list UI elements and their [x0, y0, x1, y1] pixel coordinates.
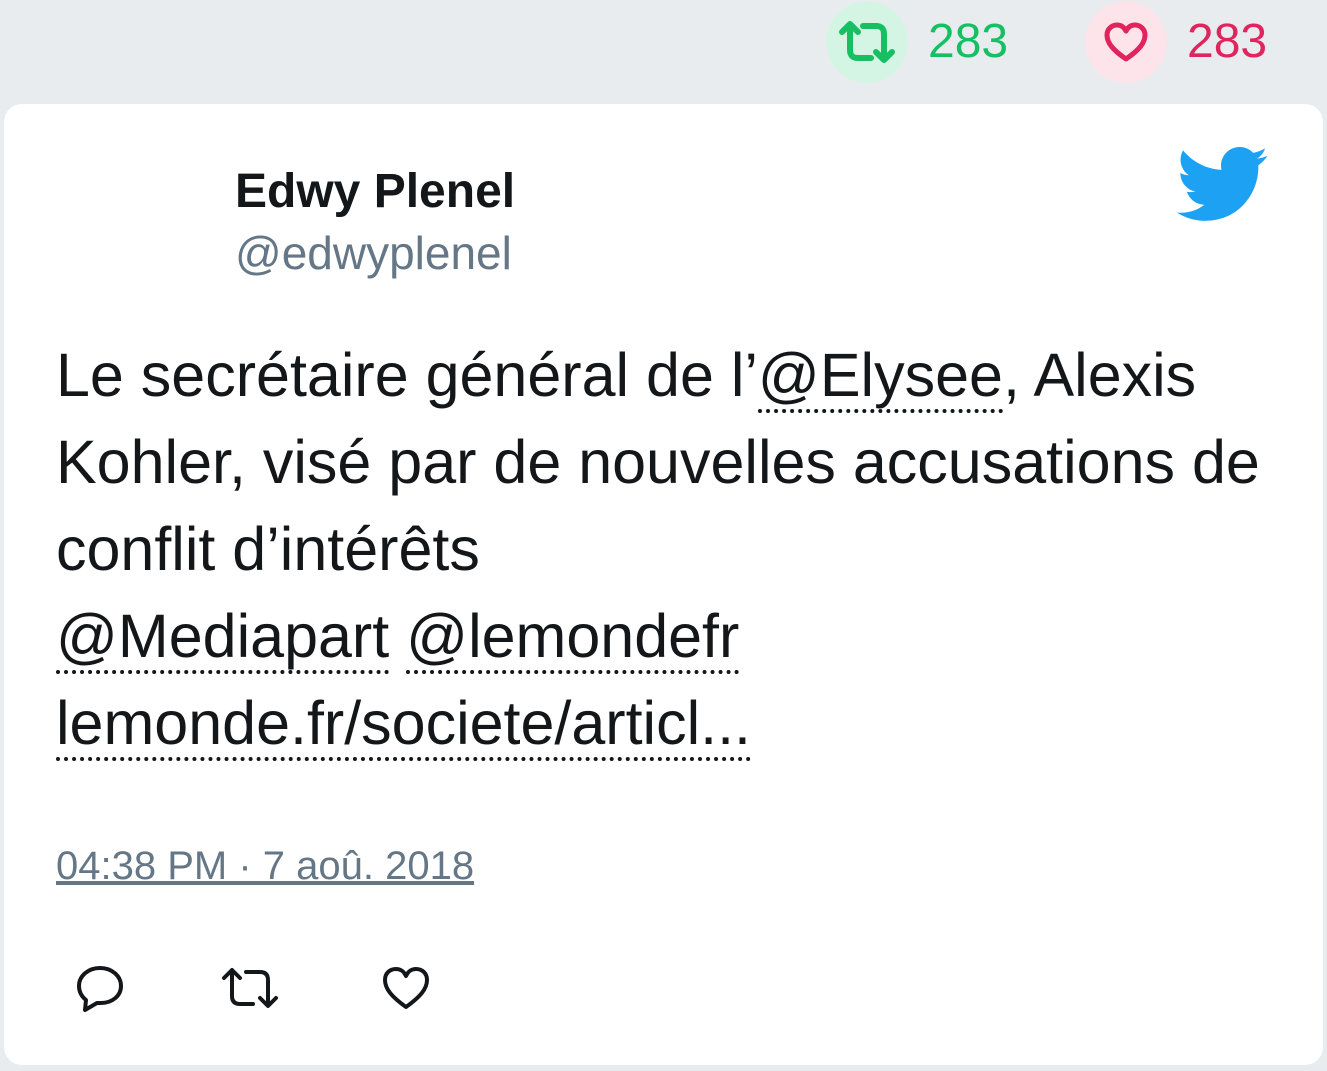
tweet-text-segment: Le secrétaire général de l’	[56, 341, 758, 409]
tweet-stats-bar: 283 283	[0, 0, 1327, 100]
tweet-card: Edwy Plenel @edwyplenel Le secrétaire gé…	[4, 104, 1323, 1065]
twitter-bird-icon[interactable]	[1172, 144, 1270, 224]
author-name[interactable]: Edwy Plenel	[235, 165, 515, 219]
mention-lemondefr-link[interactable]: @lemondefr	[406, 602, 740, 674]
heart-icon[interactable]	[1085, 1, 1167, 83]
reply-icon	[75, 964, 125, 1017]
mention-elysee-link[interactable]: @Elysee	[757, 341, 1003, 413]
tweet-text-space	[389, 602, 406, 670]
retweet-button[interactable]	[220, 960, 280, 1020]
reply-button[interactable]	[70, 960, 130, 1020]
like-button[interactable]	[376, 960, 436, 1020]
heart-icon	[381, 965, 431, 1016]
retweet-stat[interactable]: 283	[826, 0, 1008, 84]
like-stat[interactable]: 283	[1085, 0, 1267, 84]
article-link[interactable]: lemonde.fr/societe/articl...	[56, 689, 752, 761]
author-handle[interactable]: @edwyplenel	[235, 228, 512, 279]
mention-mediapart-link[interactable]: @Mediapart	[56, 602, 390, 674]
retweet-count: 283	[928, 15, 1009, 68]
tweet-timestamp[interactable]: 04:38 PM · 7 aoû. 2018	[56, 844, 474, 888]
tweet-actions	[4, 960, 1323, 1020]
retweet-icon	[219, 966, 281, 1015]
retweet-icon[interactable]	[826, 1, 908, 83]
tweet-text: Le secrétaire général de l’@Elysee, Alex…	[56, 332, 1276, 767]
like-count: 283	[1187, 15, 1268, 68]
